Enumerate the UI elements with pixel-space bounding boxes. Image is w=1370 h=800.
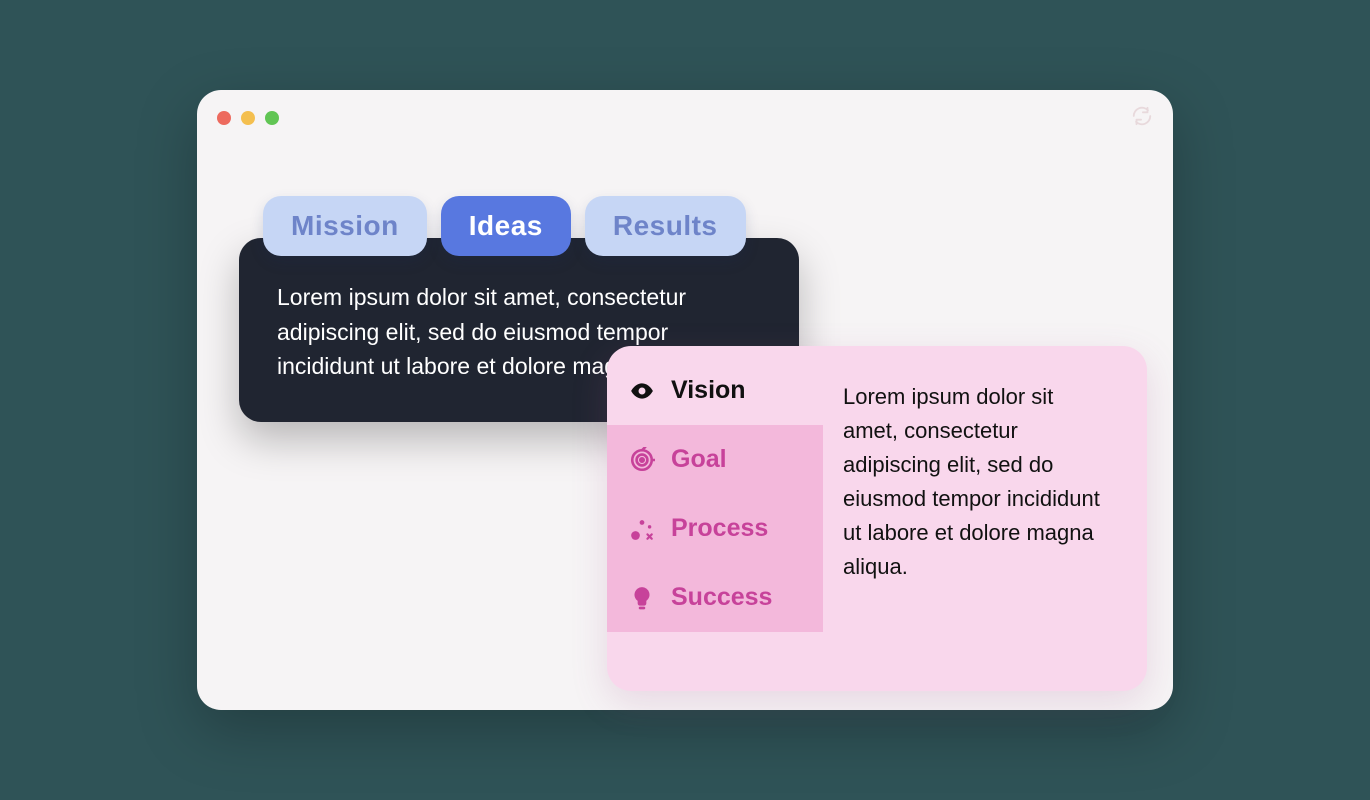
vtab-goal[interactable]: Goal [607,425,823,494]
bulb-icon [629,585,655,611]
tab-label: Ideas [469,210,543,241]
pink-card-body: Lorem ipsum dolor sit amet, consectetur … [823,346,1147,691]
nodes-icon [629,516,655,542]
close-window-button[interactable] [217,111,231,125]
dark-tabs: Mission Ideas Results [239,196,799,256]
tab-results[interactable]: Results [585,196,746,256]
vtab-vision[interactable]: Vision [607,356,823,425]
target-icon [629,447,655,473]
refresh-icon[interactable] [1131,105,1153,132]
vtab-label: Success [671,583,772,612]
vtab-process[interactable]: Process [607,494,823,563]
tab-label: Mission [291,210,399,241]
tab-label: Results [613,210,718,241]
tab-ideas[interactable]: Ideas [441,196,571,256]
minimize-window-button[interactable] [241,111,255,125]
stage: Mission Ideas Results Lorem ipsum dolor … [197,146,1173,710]
pink-vtabs: Vision Goal Process [607,346,823,691]
maximize-window-button[interactable] [265,111,279,125]
tab-mission[interactable]: Mission [263,196,427,256]
titlebar [197,90,1173,146]
eye-icon [629,378,655,404]
pink-card-text: Lorem ipsum dolor sit amet, consectetur … [843,384,1100,579]
vtab-success[interactable]: Success [607,563,823,632]
pink-tabbed-card: Vision Goal Process [607,346,1147,691]
traffic-lights [217,111,279,125]
app-window: Mission Ideas Results Lorem ipsum dolor … [197,90,1173,710]
vtab-label: Vision [671,376,746,405]
vtab-label: Goal [671,445,727,474]
vtab-label: Process [671,514,768,543]
